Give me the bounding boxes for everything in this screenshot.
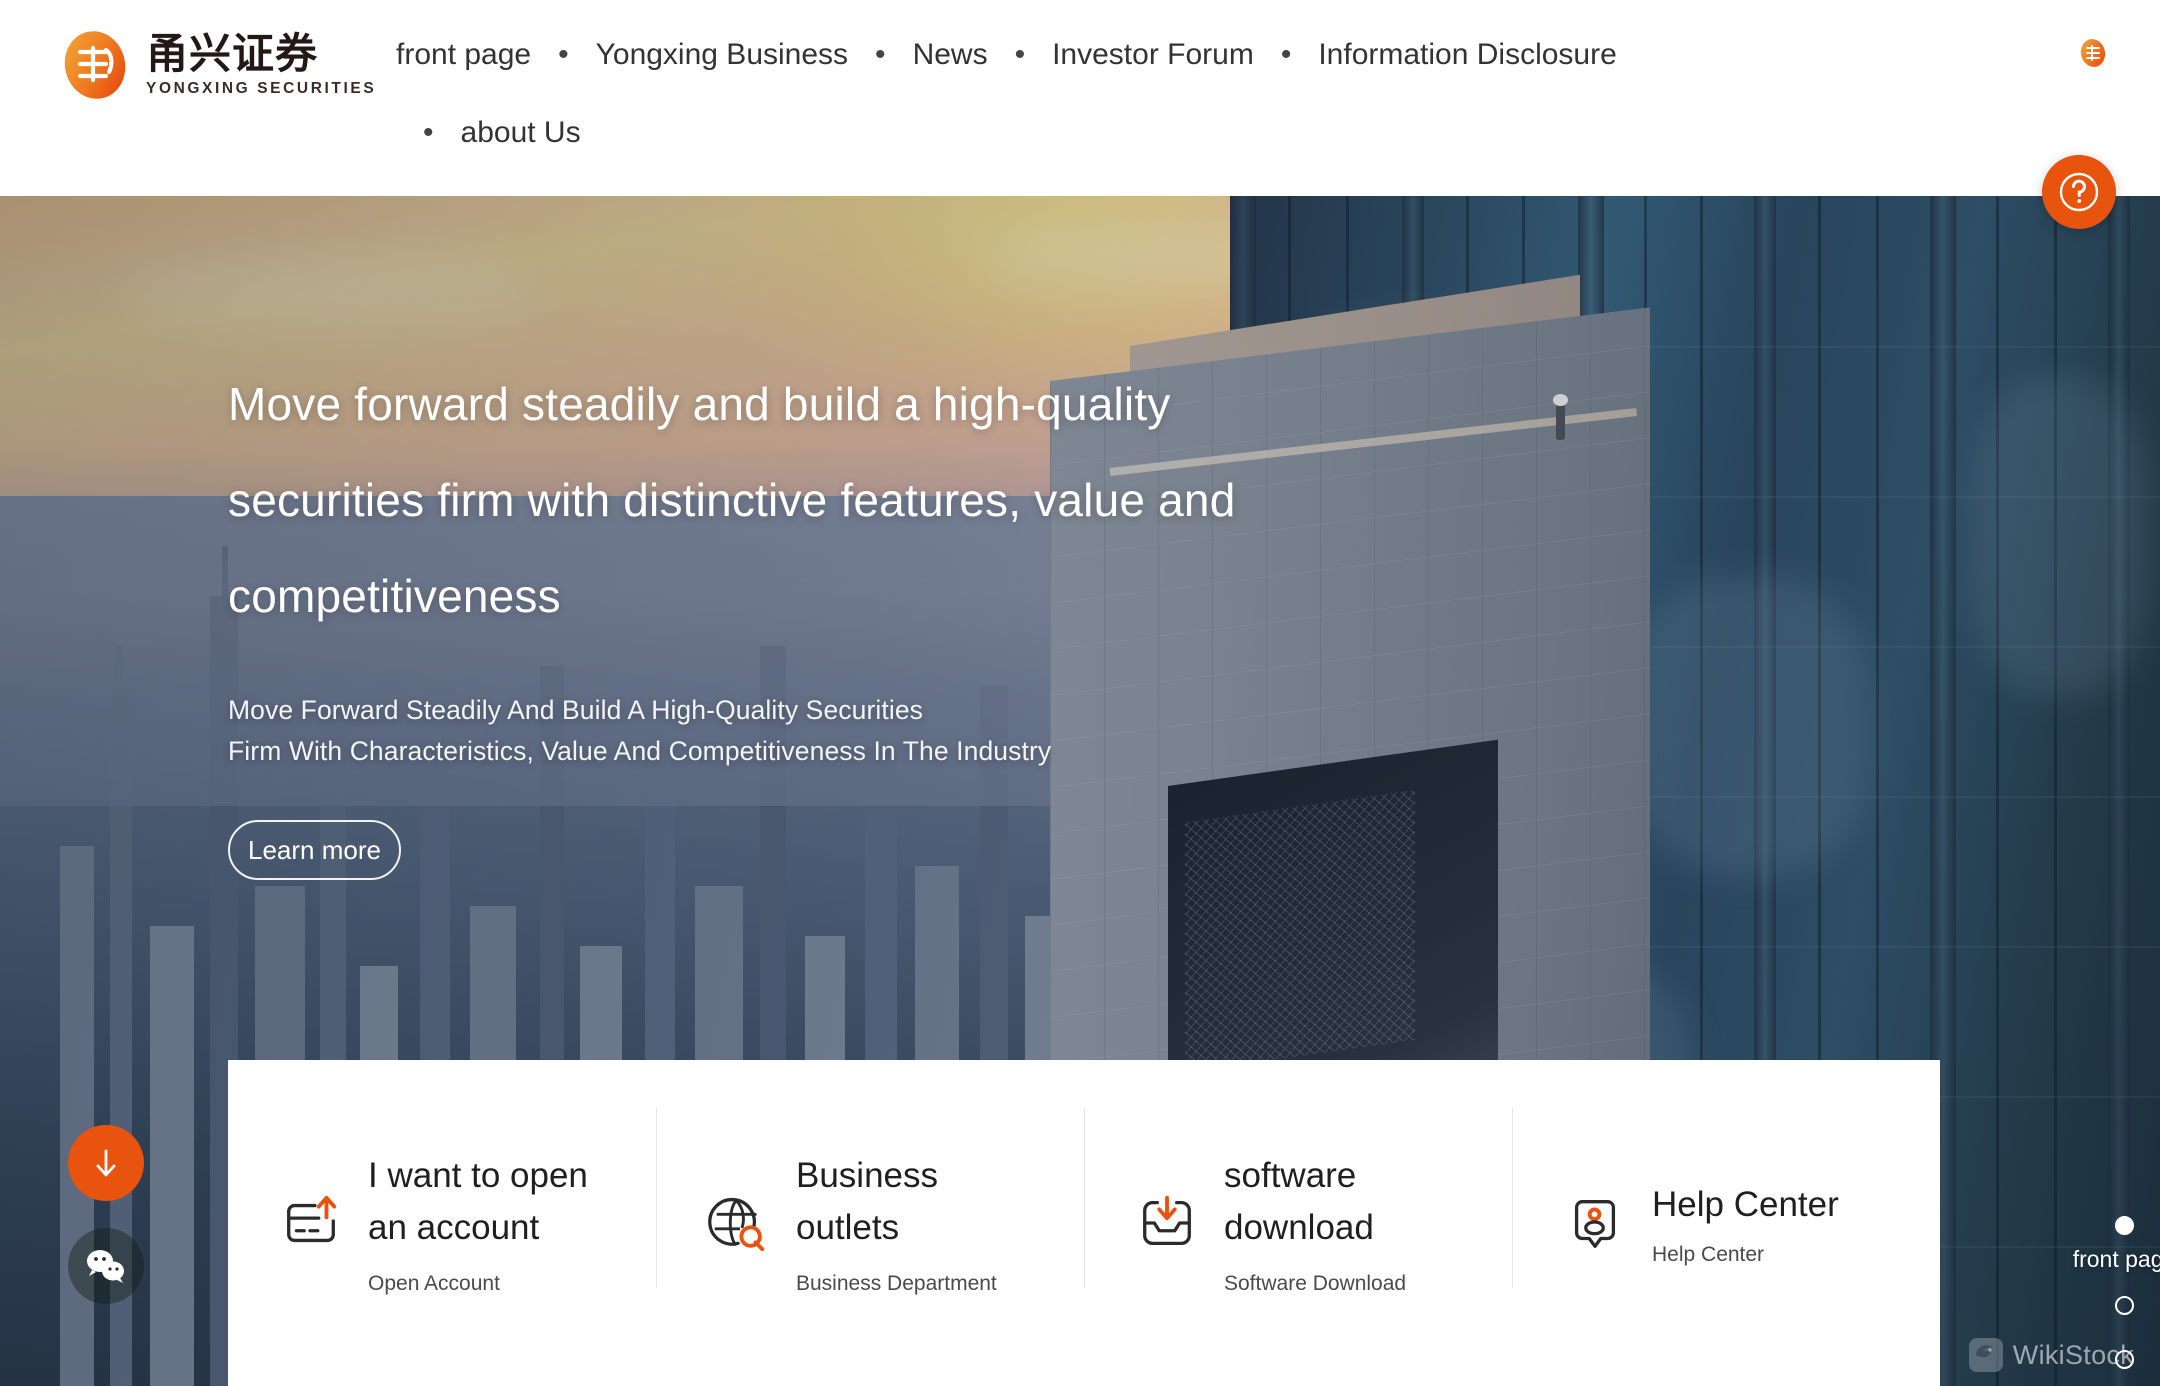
nav-information-disclosure[interactable]: Information Disclosure: [1318, 14, 1616, 96]
nav-front-page[interactable]: front page: [396, 14, 531, 96]
card-subtitle: Help Center: [1652, 1243, 1765, 1266]
nav-separator: •: [558, 38, 569, 71]
brand-name-cn: 甬兴证券: [146, 29, 319, 79]
scroll-down-button[interactable]: [68, 1125, 144, 1201]
pager-dot-active[interactable]: [2115, 1216, 2134, 1235]
download-tray-icon: [1143, 1195, 1191, 1245]
card-subtitle: Business Department: [796, 1272, 997, 1295]
brand-text: 甬兴证券 YONGXING SECURITIES: [146, 32, 376, 97]
pager-dot[interactable]: [2115, 1296, 2134, 1315]
help-floating-button[interactable]: [2042, 155, 2116, 229]
card-subtitle: Open Account: [368, 1272, 500, 1295]
card-text: Business outlets Business Department: [796, 1150, 1031, 1296]
nav-about-us[interactable]: about Us: [461, 92, 581, 174]
hero-subtitle-line-2: Firm With Characteristics, Value And Com…: [228, 736, 1052, 766]
nav-separator: •: [1014, 38, 1026, 71]
card-title: I want to open an account: [368, 1156, 588, 1247]
arrow-down-icon: [96, 1149, 116, 1177]
main-navigation-row-2: • about Us: [396, 92, 1956, 174]
card-title: software download: [1224, 1156, 1374, 1247]
nav-news[interactable]: News: [913, 14, 988, 96]
wechat-button[interactable]: [68, 1228, 144, 1304]
learn-more-button[interactable]: Learn more: [228, 820, 401, 880]
user-support-badge-icon: [1574, 1200, 1616, 1248]
nav-investor-forum[interactable]: Investor Forum: [1052, 14, 1254, 96]
hero-title: Move forward steadily and build a high-q…: [228, 378, 1236, 622]
brand-name-en: YONGXING SECURITIES: [146, 79, 377, 97]
globe-search-icon: [708, 1198, 765, 1252]
nav-separator: •: [875, 38, 886, 71]
pager-active-label: front page: [2072, 1246, 2160, 1272]
card-text: I want to open an account Open Account: [368, 1150, 603, 1296]
page-root: Move forward steadily and build a high-q…: [0, 0, 2160, 1386]
card-upload-icon: [287, 1195, 337, 1243]
question-mark-circle-icon: [2059, 172, 2099, 212]
card-text: Help Center Help Center: [1652, 1179, 1839, 1267]
nav-yongxing-business[interactable]: Yongxing Business: [596, 14, 848, 96]
nav-separator: •: [1280, 38, 1292, 71]
brand-logo[interactable]: 甬兴证券 YONGXING SECURITIES: [58, 28, 376, 102]
quick-card-software-download[interactable]: software download Software Download: [1084, 1060, 1512, 1386]
card-title: Help Center: [1652, 1185, 1839, 1224]
site-header: 甬兴证券 YONGXING SECURITIES front page • Yo…: [0, 0, 2160, 196]
quick-links-panel: I want to open an account Open Account B…: [228, 1060, 1940, 1386]
nav-separator: •: [423, 116, 434, 149]
quick-card-business-outlets[interactable]: Business outlets Business Department: [656, 1060, 1084, 1386]
yongxing-logo-mini-icon[interactable]: [2078, 38, 2108, 68]
card-text: software download Software Download: [1224, 1150, 1459, 1296]
quick-card-help-center[interactable]: Help Center Help Center: [1512, 1060, 1940, 1386]
hero-subtitle-line-1: Move Forward Steadily And Build A High-Q…: [228, 695, 924, 725]
wikistock-watermark: WikiStock: [1968, 1338, 2134, 1372]
card-subtitle: Software Download: [1224, 1272, 1407, 1295]
main-navigation: front page • Yongxing Business • News • …: [396, 14, 1956, 174]
yongxing-logo-icon: [64, 31, 126, 99]
watermark-text: WikiStock: [2012, 1339, 2134, 1370]
wechat-icon: [87, 1250, 124, 1283]
quick-card-open-account[interactable]: I want to open an account Open Account: [228, 1060, 656, 1386]
wikistock-eagle-icon: [1968, 1338, 2003, 1372]
card-title: Business outlets: [796, 1156, 939, 1247]
hero-subtitle: Move Forward Steadily And Build A High-Q…: [228, 690, 1358, 772]
pager-slot: front page: [2073, 1216, 2160, 1272]
hero-copy-block: Move forward steadily and build a high-q…: [228, 356, 1358, 880]
